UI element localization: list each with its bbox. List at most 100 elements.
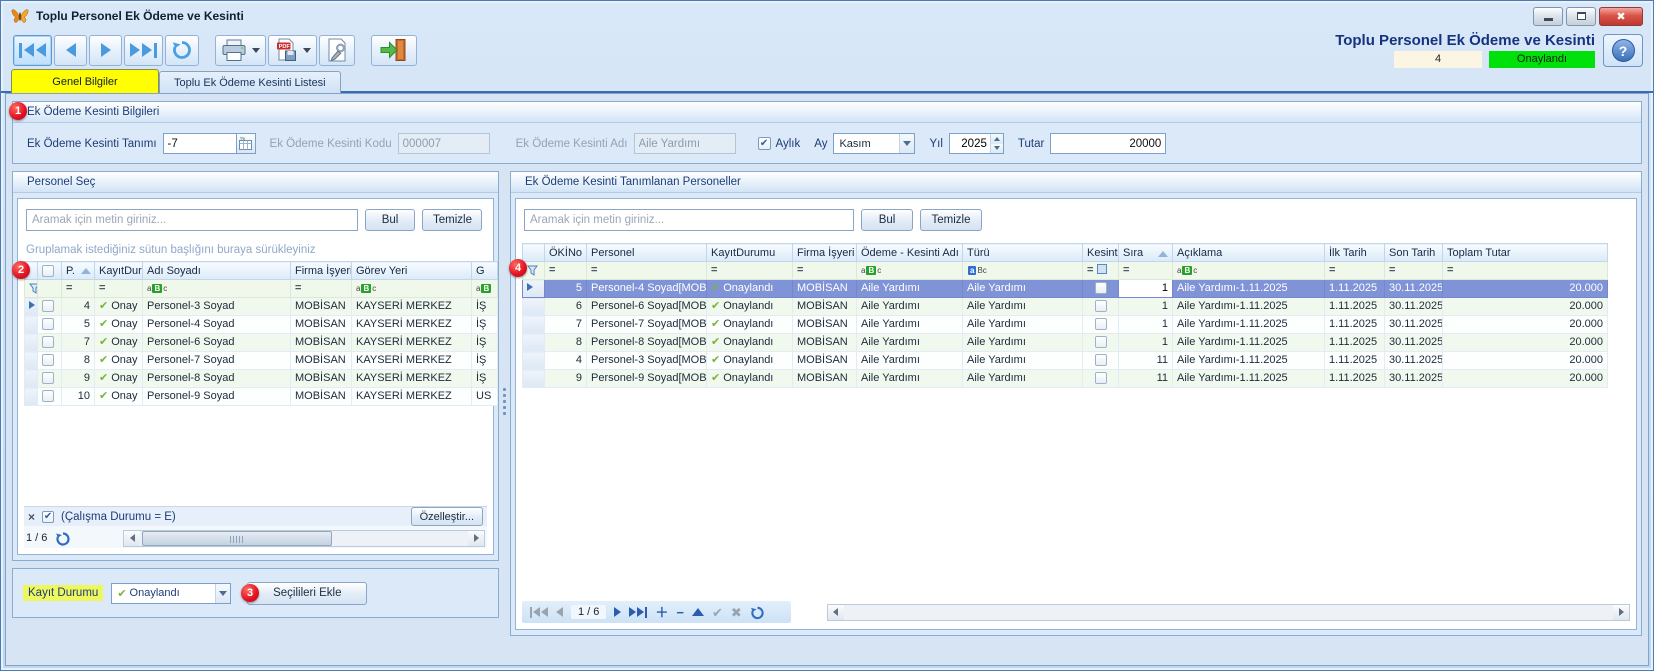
exit-button[interactable] xyxy=(371,35,417,66)
table-row[interactable]: 7 ✔Onay Personel-6 Soyad MOBİSAN KAYSERİ… xyxy=(25,334,498,352)
nav-last-icon[interactable] xyxy=(629,607,647,618)
table-row[interactable]: 9 ✔Onay Personel-8 Soyad MOBİSAN KAYSERİ… xyxy=(25,370,498,388)
filter-row-icon-cell[interactable] xyxy=(25,280,38,298)
col-header-firma-isyeri[interactable]: Firma İşyeri xyxy=(793,244,857,262)
yil-input[interactable] xyxy=(950,134,990,153)
col-header-turu[interactable]: Türü xyxy=(963,244,1083,262)
nav-last-button[interactable] xyxy=(124,35,163,66)
kesinti-checkbox[interactable] xyxy=(1095,354,1107,366)
table-row[interactable]: 7 Personel-7 Soyad[MOBİS. ✔Onaylandı MOB… xyxy=(523,316,1608,334)
preview-button[interactable] xyxy=(319,35,355,66)
tanimli-clear-button[interactable]: Temizle xyxy=(920,209,982,231)
row-checkbox[interactable] xyxy=(42,318,54,330)
delete-row-icon[interactable]: − xyxy=(676,606,684,619)
nav-prev-button[interactable] xyxy=(54,35,87,66)
nav-first-button[interactable] xyxy=(13,35,52,66)
col-header-ilk-tarih[interactable]: İlk Tarih xyxy=(1325,244,1385,262)
col-header-odeme-kesinti-adi[interactable]: Ödeme - Kesinti Adı xyxy=(857,244,963,262)
table-row[interactable]: 4 ✔Onay Personel-3 Soyad MOBİSAN KAYSERİ… xyxy=(25,298,498,316)
scrollbar-thumb[interactable] xyxy=(142,531,332,546)
personel-clear-button[interactable]: Temizle xyxy=(422,209,482,231)
help-button[interactable]: ? xyxy=(1603,34,1643,67)
scroll-right-button[interactable] xyxy=(1613,605,1629,620)
col-header-p[interactable]: P. xyxy=(62,262,95,280)
print-button[interactable] xyxy=(215,35,266,66)
kayit-durumu-select[interactable]: ✔ Onaylandı xyxy=(111,583,231,604)
table-row[interactable]: 9 Personel-9 Soyad[MOBİS. ✔Onaylandı MOB… xyxy=(523,370,1608,388)
table-row[interactable]: 5 ✔Onay Personel-4 Soyad MOBİSAN KAYSERİ… xyxy=(25,316,498,334)
col-header-kesinti[interactable]: Kesinti xyxy=(1083,244,1119,262)
panel-splitter[interactable] xyxy=(499,171,510,631)
tab-genel-bilgiler[interactable]: Genel Bilgiler xyxy=(11,69,159,93)
remove-filter-icon[interactable]: × xyxy=(28,511,35,523)
row-checkbox[interactable] xyxy=(42,390,54,402)
aylik-checkbox[interactable] xyxy=(758,137,771,150)
row-checkbox[interactable] xyxy=(42,336,54,348)
table-row[interactable]: 8 Personel-8 Soyad[MOBİS. ✔Onaylandı MOB… xyxy=(523,334,1608,352)
nav-first-icon[interactable] xyxy=(530,607,548,618)
personel-find-button[interactable]: Bul xyxy=(365,209,415,231)
col-header-personel[interactable]: Personel xyxy=(587,244,707,262)
col-header-adi-soyadi[interactable]: Adı Soyadı xyxy=(143,262,291,280)
tutar-input[interactable] xyxy=(1050,133,1166,154)
col-header-firma-isyeri[interactable]: Firma İşyeri xyxy=(291,262,352,280)
horizontal-scrollbar[interactable] xyxy=(123,530,485,547)
nav-next-icon[interactable] xyxy=(614,607,621,617)
tab-toplu-liste[interactable]: Toplu Ek Ödeme Kesinti Listesi xyxy=(159,71,341,93)
edit-row-icon[interactable] xyxy=(692,608,704,616)
col-header-toplam-tutar[interactable]: Toplam Tutar xyxy=(1443,244,1608,262)
col-header-g[interactable]: G xyxy=(472,262,498,280)
refresh-button[interactable] xyxy=(165,35,199,66)
refresh-data-icon[interactable] xyxy=(750,605,765,620)
secilileri-ekle-button[interactable]: Seçilileri Ekle xyxy=(247,582,367,605)
table-row-selected[interactable]: 5 Personel-4 Soyad[MOBİS. ✔Onaylandı MOB… xyxy=(523,280,1608,298)
filter-enabled-checkbox[interactable] xyxy=(42,511,54,523)
table-row[interactable]: 4 Personel-3 Soyad[MOBİS. ✔Onaylandı MOB… xyxy=(523,352,1608,370)
yil-up-icon[interactable] xyxy=(991,134,1003,144)
yil-down-icon[interactable] xyxy=(991,144,1003,154)
col-header-son-tarih[interactable]: Son Tarih xyxy=(1385,244,1443,262)
col-header-sira[interactable]: Sıra xyxy=(1119,244,1173,262)
yil-spinner[interactable] xyxy=(949,133,1004,154)
nav-prev-icon[interactable] xyxy=(556,607,563,617)
scroll-left-button[interactable] xyxy=(828,605,844,620)
row-checkbox[interactable] xyxy=(42,354,54,366)
col-header-okino[interactable]: ÖKİNo xyxy=(545,244,587,262)
tanim-lookup-button[interactable]: % xyxy=(237,133,256,154)
nav-next-button[interactable] xyxy=(89,35,122,66)
kesinti-checkbox[interactable] xyxy=(1095,336,1107,348)
kesinti-checkbox[interactable] xyxy=(1095,372,1107,384)
select-all-checkbox[interactable] xyxy=(42,265,54,277)
col-header-kayitdurumu[interactable]: KayıtDurumu xyxy=(95,262,143,280)
tanimli-grid: 4 ÖKİNo Personel KayıtDurumu Firma İşyer… xyxy=(522,243,1630,388)
scroll-left-button[interactable] xyxy=(124,531,140,546)
kesinti-checkbox[interactable] xyxy=(1095,282,1107,294)
close-button[interactable]: ✖ xyxy=(1599,7,1643,26)
scroll-right-button[interactable] xyxy=(468,531,484,546)
minimize-button[interactable] xyxy=(1533,7,1563,26)
add-row-icon[interactable]: ＋ xyxy=(655,606,668,619)
row-checkbox[interactable] xyxy=(42,300,54,312)
row-checkbox[interactable] xyxy=(42,372,54,384)
tanimli-search-input[interactable] xyxy=(524,209,854,231)
col-header-aciklama[interactable]: Açıklama xyxy=(1173,244,1325,262)
customize-button[interactable]: Özelleştir... xyxy=(411,507,483,526)
personel-search-input[interactable] xyxy=(26,209,358,231)
cancel-edit-icon[interactable]: ✖ xyxy=(731,606,742,619)
export-pdf-button[interactable]: PDF xyxy=(268,35,317,66)
table-row[interactable]: 10 ✔Onay Personel-9 Soyad MOBİSAN KAYSER… xyxy=(25,388,498,406)
select-all-header[interactable] xyxy=(38,262,62,280)
col-header-kayitdurumu[interactable]: KayıtDurumu xyxy=(707,244,793,262)
table-row[interactable]: 8 ✔Onay Personel-7 Soyad MOBİSAN KAYSERİ… xyxy=(25,352,498,370)
table-row[interactable]: 6 Personel-6 Soyad[MOBİS. ✔Onaylandı MOB… xyxy=(523,298,1608,316)
refresh-data-icon[interactable] xyxy=(55,531,71,546)
horizontal-scrollbar[interactable] xyxy=(827,604,1630,621)
kesinti-checkbox[interactable] xyxy=(1095,318,1107,330)
tanimli-find-button[interactable]: Bul xyxy=(861,209,913,231)
maximize-button[interactable] xyxy=(1566,7,1596,26)
col-header-gorev-yeri[interactable]: Görev Yeri xyxy=(352,262,472,280)
post-edit-icon[interactable]: ✔ xyxy=(712,606,723,619)
ay-select[interactable]: Kasım xyxy=(833,133,915,154)
kesinti-checkbox[interactable] xyxy=(1095,300,1107,312)
tanim-input[interactable] xyxy=(163,133,237,154)
